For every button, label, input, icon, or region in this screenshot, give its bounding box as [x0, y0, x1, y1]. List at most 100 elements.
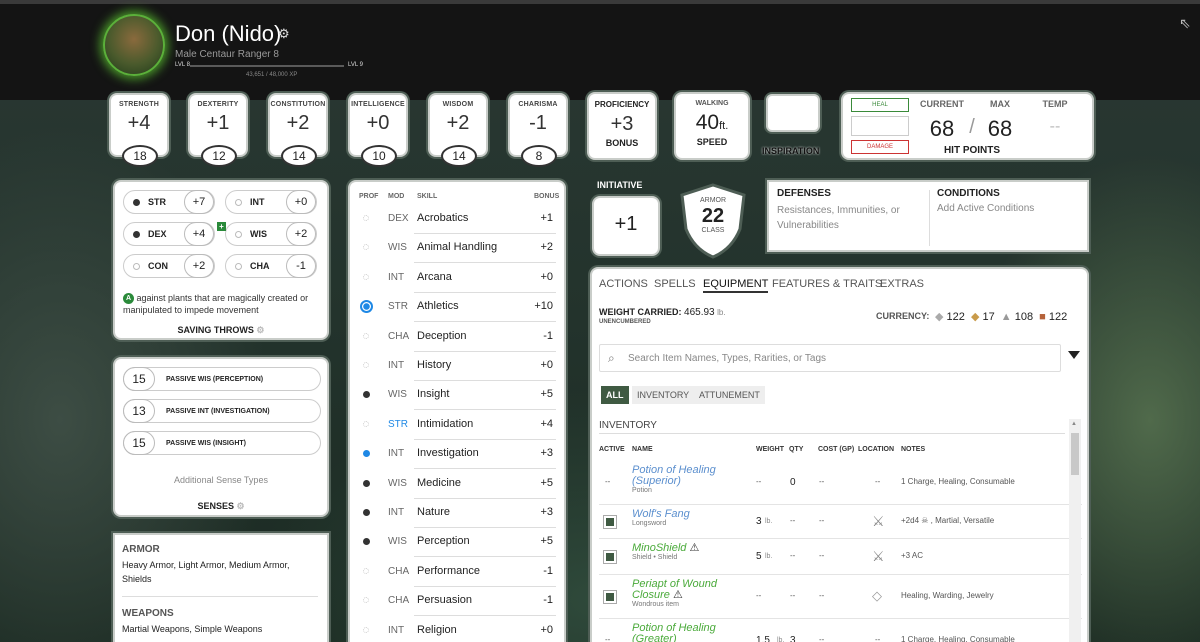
- filter-icon[interactable]: [1068, 351, 1080, 359]
- saving-throw-cha[interactable]: CHA -1: [225, 254, 317, 278]
- item-notes: +2d4 ☠ , Martial, Versatile: [901, 516, 995, 525]
- filter-inventory[interactable]: INVENTORY: [632, 386, 695, 404]
- weight-value: 465.93: [684, 307, 715, 318]
- armor-class-shield[interactable]: ARMOR 22 CLASS: [680, 183, 746, 259]
- item-cost: --: [819, 591, 825, 600]
- inventory-scrollbar[interactable]: ▲: [1069, 419, 1081, 642]
- scroll-up-icon[interactable]: ▲: [1071, 421, 1077, 427]
- saving-throws-title[interactable]: SAVING THROWS ⚙: [115, 325, 327, 336]
- tab-equipment[interactable]: EQUIPMENT: [703, 278, 769, 293]
- inventory-row[interactable]: Wolf's Fang Longsword 3 lb. -- -- ⚔ +2d4 ☠ , Ma…: [592, 505, 1082, 539]
- skill-row[interactable]: INT Arcana +0: [350, 264, 566, 293]
- skill-row[interactable]: DEX Acrobatics +1: [350, 205, 566, 234]
- skill-row[interactable]: INT Religion +0: [350, 617, 566, 642]
- ability-modifier: -1: [529, 112, 547, 134]
- proficiency-indicator: [363, 597, 369, 604]
- saving-throw-dex[interactable]: DEX +4: [123, 222, 215, 246]
- inventory-row[interactable]: -- Potion of Healing (Superior) Potion -- 0 -…: [592, 461, 1082, 505]
- active-checkbox[interactable]: [603, 515, 617, 529]
- skill-row[interactable]: INT Investigation +3: [350, 440, 566, 470]
- skill-name: Performance: [417, 564, 480, 577]
- item-name[interactable]: Potion of Healing (Superior): [632, 465, 742, 487]
- inventory-row[interactable]: -- Potion of Healing (Greater) 1.5 lb. 3 -- --…: [592, 619, 1082, 642]
- ability-intelligence[interactable]: INTELLIGENCE +0 10: [348, 93, 408, 167]
- search-placeholder: Search Item Names, Types, Rarities, or T…: [628, 353, 827, 364]
- hp-amount-input[interactable]: [851, 116, 909, 136]
- col-name: NAME: [632, 446, 653, 453]
- ability-dexterity[interactable]: DEXTERITY +1 12: [188, 93, 248, 167]
- skill-row[interactable]: WIS Perception +5: [350, 528, 566, 558]
- gem-icon: ◇: [872, 588, 882, 603]
- skill-row[interactable]: INT Nature +3: [350, 499, 566, 528]
- gear-icon[interactable]: ⚙: [236, 501, 244, 511]
- defenses-text: Resistances, Immunities, or Vulnerabilit…: [777, 205, 900, 231]
- inventory-row[interactable]: Periapt of Wound Closure ⚠ Wondrous item -…: [592, 575, 1082, 619]
- skill-row[interactable]: CHA Performance -1: [350, 558, 566, 587]
- inventory-row[interactable]: MinoShield ⚠ Shield • Shield 5 lb. -- -- ⚔ +3 A…: [592, 539, 1082, 575]
- initiative-box[interactable]: +1: [592, 196, 660, 256]
- saving-throw-value: +0: [286, 190, 316, 214]
- additional-sense-types[interactable]: Additional Sense Types: [115, 475, 327, 485]
- skill-modifier: CHA: [388, 595, 410, 607]
- filter-all[interactable]: ALL: [601, 386, 629, 404]
- tab-features-traits[interactable]: FEATURES & TRAITS: [772, 278, 882, 290]
- ability-wisdom[interactable]: WISDOM +2 14: [428, 93, 488, 167]
- search-input[interactable]: ⌕ Search Item Names, Types, Rarities, or…: [599, 344, 1061, 372]
- tab-extras[interactable]: EXTRAS: [880, 278, 924, 290]
- avatar[interactable]: [103, 14, 165, 76]
- skill-row[interactable]: CHA Deception -1: [350, 323, 566, 352]
- passive-sense-value: 15: [123, 367, 155, 391]
- saving-throw-con[interactable]: CON +2: [123, 254, 215, 278]
- skill-name: Medicine: [417, 476, 462, 489]
- ability-constitution[interactable]: CONSTITUTION +2 14: [268, 93, 328, 167]
- skill-row[interactable]: CHA Persuasion -1: [350, 587, 566, 617]
- active-checkbox[interactable]: [603, 590, 617, 604]
- item-name[interactable]: MinoShield ⚠: [632, 543, 742, 554]
- saving-throw-str[interactable]: STR +7: [123, 190, 215, 214]
- skill-name: History: [417, 359, 452, 371]
- gear-icon[interactable]: ⚙: [256, 325, 264, 335]
- heal-button[interactable]: HEAL: [851, 98, 909, 112]
- skill-name: Insight: [417, 388, 450, 401]
- proficiency-dot: [235, 231, 242, 238]
- skill-row[interactable]: WIS Medicine +5: [350, 470, 566, 499]
- item-name[interactable]: Wolf's Fang: [632, 509, 742, 520]
- proficiency-bonus-box: PROFICIENCY +3 BONUS: [587, 92, 657, 160]
- proficiency-title: PROFICIENCY: [594, 100, 650, 109]
- skill-row[interactable]: STR Intimidation +4: [350, 411, 566, 440]
- active-checkbox[interactable]: [603, 550, 617, 564]
- tab-spells[interactable]: SPELLS: [654, 278, 696, 290]
- skill-row[interactable]: STR Athletics +10: [350, 293, 566, 323]
- skill-row[interactable]: WIS Animal Handling +2: [350, 234, 566, 264]
- ability-charisma[interactable]: CHARISMA -1 8: [508, 93, 568, 167]
- senses-title[interactable]: SENSES ⚙: [115, 501, 327, 512]
- saving-throw-int[interactable]: INT +0: [225, 190, 317, 214]
- conditions-section[interactable]: CONDITIONS Add Active Conditions: [937, 188, 1077, 214]
- item-name[interactable]: Periapt of Wound Closure ⚠: [632, 579, 742, 601]
- saving-throw-name: STR: [148, 197, 166, 207]
- inspiration-toggle[interactable]: [766, 94, 820, 132]
- ability-strength[interactable]: STRENGTH +4 18: [109, 93, 169, 167]
- col-cost: COST (GP): [818, 446, 855, 453]
- damage-button[interactable]: DAMAGE: [851, 140, 909, 154]
- gear-icon[interactable]: ⚙: [278, 26, 290, 42]
- tab-actions[interactable]: ACTIONS: [599, 278, 648, 290]
- skill-row[interactable]: WIS Insight +5: [350, 381, 566, 411]
- saving-throw-wis[interactable]: WIS +2: [225, 222, 317, 246]
- filter-attunement[interactable]: ATTUNEMENT: [694, 386, 765, 404]
- currency-row[interactable]: ◆ 122 ◆ 17 ▲ 108 ■ 122: [935, 310, 1067, 323]
- skill-row[interactable]: INT History +0: [350, 352, 566, 381]
- item-qty: 0: [790, 477, 796, 488]
- skill-name: Intimidation: [417, 417, 474, 430]
- sword-icon: ⚔: [872, 513, 885, 529]
- proficiency-indicator: [363, 538, 370, 546]
- defenses-section[interactable]: DEFENSES Resistances, Immunities, or Vul…: [777, 188, 927, 233]
- item-name[interactable]: Potion of Healing (Greater): [632, 623, 742, 642]
- currency-label: CURRENCY:: [876, 311, 930, 321]
- character-name[interactable]: Don (Nido): [175, 21, 281, 47]
- temp-hp-value[interactable]: --: [1030, 118, 1080, 136]
- passive-sense-row: 13 PASSIVE INT (INVESTIGATION): [123, 399, 321, 423]
- scrollbar-thumb[interactable]: [1071, 433, 1079, 475]
- proficiency-dot: [133, 231, 140, 238]
- collapse-icon[interactable]: ⇖: [1179, 15, 1191, 32]
